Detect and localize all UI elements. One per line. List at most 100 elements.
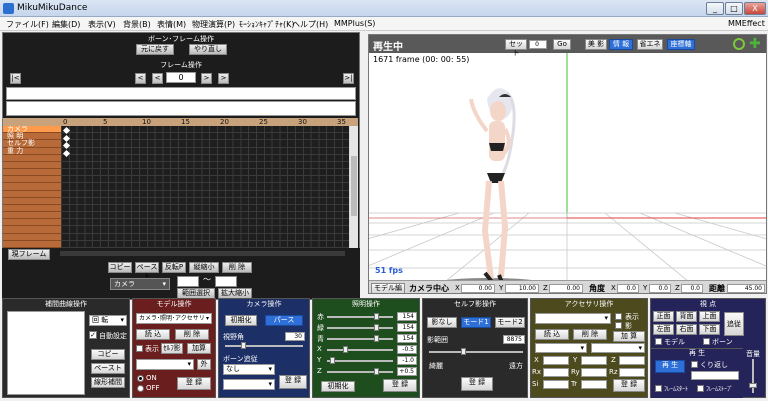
timeline-track-label[interactable]	[3, 176, 61, 184]
axis-button[interactable]: 座標軸	[667, 39, 695, 50]
light-z-field[interactable]: +0.5	[397, 367, 417, 376]
view-right-button[interactable]: 右面	[676, 324, 697, 335]
model-load-button[interactable]: 読 込	[136, 329, 170, 340]
menu-view[interactable]: 表示(V)	[88, 19, 116, 30]
timeline-track[interactable]	[61, 133, 349, 141]
model-select[interactable]: カメラ･照明･アクセサリ ▾	[136, 313, 212, 324]
view-model-checkbox[interactable]	[655, 338, 662, 345]
timeline-track[interactable]	[61, 147, 349, 155]
timeline-track-label[interactable]	[3, 240, 61, 248]
frame-stop-checkbox[interactable]	[697, 385, 704, 392]
menu-help[interactable]: ヘルプ(H)	[292, 19, 328, 30]
interp-type-select[interactable]: 回 転 ▾	[89, 315, 127, 326]
menu-edit[interactable]: 編集(D)	[52, 19, 80, 30]
timeline-track[interactable]	[61, 183, 349, 191]
light-r-slider[interactable]	[327, 316, 393, 318]
view-front-button[interactable]: 正面	[653, 311, 674, 322]
timeline-track-label[interactable]: 重 力	[3, 147, 61, 155]
auto-checkbox[interactable]: ✓	[89, 331, 97, 339]
light-y-knob[interactable]	[330, 357, 336, 364]
acc-rz-field[interactable]	[619, 368, 645, 377]
menu-mmplus[interactable]: MMPlus(S)	[334, 19, 375, 28]
prev-frame-button[interactable]: <	[152, 73, 163, 84]
outside-parent-select[interactable]: ▾	[136, 359, 194, 370]
zoom-icon[interactable]	[733, 38, 745, 50]
accessory-bone-select[interactable]: ▾	[591, 343, 645, 353]
light-g-knob[interactable]	[373, 324, 379, 331]
timeline-track[interactable]	[61, 176, 349, 184]
copy-frame-button[interactable]: コピー	[108, 262, 132, 273]
camera-register-button[interactable]: 登 録	[279, 375, 307, 389]
range-end-input[interactable]	[215, 276, 237, 287]
shadow-range-knob[interactable]	[461, 348, 466, 355]
last-frame-button[interactable]: >|	[343, 73, 354, 84]
timeline[interactable]: 0 5 10 15 20 25 30 35 カメラ照 明セルフ影重 力	[3, 118, 358, 248]
frame-number-input[interactable]: 0	[166, 72, 196, 83]
repeat-checkbox[interactable]	[691, 361, 698, 368]
fov-slider[interactable]	[225, 345, 303, 347]
accessory-load-button[interactable]: 読 込	[535, 329, 569, 340]
close-button[interactable]: X	[744, 2, 766, 15]
shadow-none-button[interactable]: 影なし	[427, 317, 457, 328]
first-frame-button[interactable]: |<	[10, 73, 21, 84]
center-y-field[interactable]: 10.00	[505, 284, 539, 293]
interp-curve-area[interactable]	[7, 311, 85, 395]
view-bone-checkbox[interactable]	[703, 338, 710, 345]
acc-z-field[interactable]	[619, 356, 645, 365]
timeline-track-label[interactable]	[3, 183, 61, 191]
timeline-hscroll[interactable]	[60, 251, 345, 256]
model-shadow-button[interactable]: ｾﾙﾌ影	[161, 343, 183, 354]
accessory-select[interactable]: ▾	[535, 313, 611, 324]
light-r-knob[interactable]	[373, 313, 379, 320]
next-frame-button[interactable]: >	[201, 73, 212, 84]
current-frame-button[interactable]: 現フレーム	[8, 249, 50, 260]
outside-parent-button[interactable]: 外	[197, 359, 211, 370]
timeline-track[interactable]	[61, 233, 349, 241]
timeline-track[interactable]	[61, 240, 349, 248]
scale-button[interactable]: 縦縮小	[189, 262, 219, 273]
follow-bone-select[interactable]: ▾	[223, 379, 275, 390]
light-init-button[interactable]: 初期化	[321, 381, 355, 392]
menu-mmeffect[interactable]: MMEffect	[728, 19, 765, 28]
light-g-field[interactable]: 154	[397, 323, 417, 332]
angle-z-field[interactable]: 0.0	[681, 284, 703, 293]
light-x-slider[interactable]	[327, 349, 393, 351]
play-button[interactable]: 再 生	[655, 360, 685, 373]
menu-motion-capture[interactable]: ﾓｰｼｮﾝｷｬﾌﾟﾁｬ(K)	[239, 19, 295, 30]
timeline-track[interactable]	[61, 219, 349, 227]
volume-knob[interactable]	[749, 383, 757, 388]
set-frame-input[interactable]: 0	[529, 40, 547, 49]
perspective-button[interactable]: パース	[265, 315, 303, 326]
model-delete-button[interactable]: 削 除	[175, 329, 209, 340]
timeline-track[interactable]	[61, 154, 349, 162]
accessory-register-button[interactable]: 登 録	[613, 379, 645, 392]
acc-ry-field[interactable]	[581, 368, 607, 377]
model-add-button[interactable]: 加算	[187, 343, 211, 354]
model-name-field[interactable]	[6, 87, 356, 100]
angle-x-field[interactable]: 0.0	[617, 284, 639, 293]
view-bottom-button[interactable]: 下面	[699, 324, 720, 335]
distance-field[interactable]: 45.00	[727, 284, 765, 293]
light-register-button[interactable]: 登 録	[383, 379, 417, 392]
frame-start-checkbox[interactable]	[655, 385, 662, 392]
shadow-range-field[interactable]: 8875	[503, 335, 525, 344]
view-left-button[interactable]: 左面	[653, 324, 674, 335]
view-track-button[interactable]: 追従	[724, 312, 744, 336]
fov-field[interactable]: 30	[285, 332, 305, 341]
view-top-button[interactable]: 上面	[699, 311, 720, 322]
light-z-slider[interactable]	[327, 371, 393, 373]
timeline-track-label[interactable]	[3, 219, 61, 227]
center-x-field[interactable]: 0.00	[461, 284, 495, 293]
range-start-input[interactable]	[177, 276, 199, 287]
shadow-mode2-button[interactable]: モード2	[495, 317, 525, 328]
paste-frame-button[interactable]: ペースト	[135, 262, 159, 280]
accessory-display-checkbox[interactable]	[615, 313, 622, 320]
light-b-slider[interactable]	[327, 338, 393, 340]
timeline-track[interactable]	[61, 197, 349, 205]
model-display-checkbox[interactable]	[136, 345, 143, 352]
timeline-track[interactable]	[61, 212, 349, 220]
move-plus-icon[interactable]: ✚	[749, 36, 761, 52]
viewport[interactable]: 再生中 セット 0 Go 美 影 情 報 省エネ 座標軸 ✚ 1671 fram…	[368, 34, 767, 294]
light-z-knob[interactable]	[373, 368, 379, 375]
repeat-start-field[interactable]	[691, 371, 739, 380]
